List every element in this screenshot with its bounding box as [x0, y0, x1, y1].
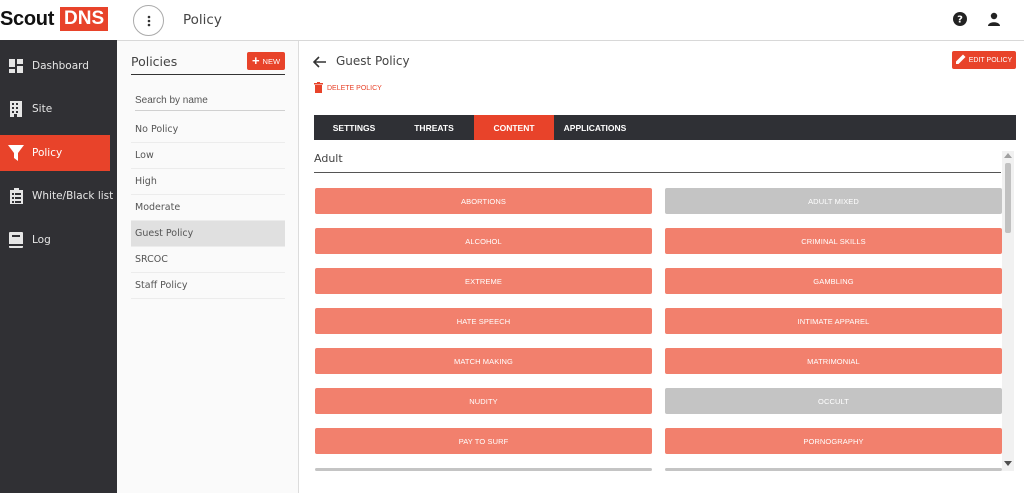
new-policy-button[interactable]: + NEW	[247, 52, 285, 70]
building-icon	[0, 101, 32, 117]
logo[interactable]: Scout DNS	[0, 0, 117, 40]
delete-policy-button[interactable]: DELETE POLICY	[314, 82, 382, 95]
scroll-down-arrow-icon[interactable]	[1004, 461, 1012, 466]
pencil-icon	[955, 54, 966, 66]
delete-policy-label: DELETE POLICY	[327, 85, 382, 92]
policy-item-low[interactable]: Low	[131, 143, 285, 169]
category-grid: ABORTIONS ADULT MIXED ALCOHOL CRIMINAL S…	[314, 181, 1002, 471]
edit-policy-button[interactable]: EDIT POLICY	[952, 51, 1016, 69]
filter-icon	[0, 145, 32, 161]
policy-item-moderate[interactable]: Moderate	[131, 195, 285, 221]
sidebar-item-label: Dashboard	[32, 60, 89, 72]
tab-settings[interactable]: SETTINGS	[314, 115, 394, 140]
user-icon[interactable]	[987, 12, 1001, 26]
category-adult-mixed[interactable]: ADULT MIXED	[665, 188, 1002, 214]
trash-icon	[314, 82, 323, 95]
policy-item-staff-policy[interactable]: Staff Policy	[131, 273, 285, 299]
plus-icon: +	[251, 53, 260, 68]
sidebar-item-policy[interactable]: Policy	[0, 135, 110, 171]
policy-item-srcoc[interactable]: SRCOC	[131, 247, 285, 273]
scroll-thumb[interactable]	[1005, 163, 1011, 233]
tab-threats[interactable]: THREATS	[394, 115, 474, 140]
more-menu-button[interactable]	[133, 5, 164, 36]
sidebar-item-dashboard[interactable]: Dashboard	[0, 48, 117, 84]
search-input[interactable]	[135, 91, 285, 111]
content-scrollbar[interactable]	[1002, 151, 1014, 471]
policy-list: No Policy Low High Moderate Guest Policy…	[131, 117, 285, 299]
category-hate-speech[interactable]: HATE SPEECH	[315, 308, 652, 334]
category-alcohol[interactable]: ALCOHOL	[315, 228, 652, 254]
category-occult[interactable]: OCCULT	[665, 388, 1002, 414]
category-intimate-apparel[interactable]: INTIMATE APPAREL	[665, 308, 1002, 334]
policy-title: Guest Policy	[336, 54, 410, 68]
sidebar-item-label: Policy	[32, 147, 63, 159]
category-extreme[interactable]: EXTREME	[315, 268, 652, 294]
scroll-up-arrow-icon[interactable]	[1004, 153, 1012, 158]
category-next-row[interactable]	[315, 468, 652, 471]
policies-title: Policies	[131, 54, 178, 69]
category-pay-to-surf[interactable]: PAY TO SURF	[315, 428, 652, 454]
sidebar-item-site[interactable]: Site	[0, 91, 117, 127]
sidebar-item-log[interactable]: Log	[0, 222, 117, 258]
category-nudity[interactable]: NUDITY	[315, 388, 652, 414]
new-policy-label: NEW	[262, 56, 281, 66]
category-pornography[interactable]: PORNOGRAPHY	[665, 428, 1002, 454]
logo-scout-text: Scout	[0, 8, 55, 30]
policies-panel: Policies + NEW No Policy Low High Modera…	[117, 41, 299, 493]
page-title: Policy	[183, 12, 222, 28]
top-bar: Policy ?	[117, 0, 1024, 41]
help-circle-icon[interactable]: ?	[953, 12, 967, 26]
clipboard-icon	[0, 188, 32, 204]
sidebar: Scout DNS Dashboard Site Policy White/Bl…	[0, 0, 117, 493]
category-matrimonial[interactable]: MATRIMONIAL	[665, 348, 1002, 374]
category-gambling[interactable]: GAMBLING	[665, 268, 1002, 294]
category-match-making[interactable]: MATCH MAKING	[315, 348, 652, 374]
more-vertical-icon	[147, 15, 150, 26]
divider	[314, 172, 1001, 173]
sidebar-item-label: Site	[32, 103, 53, 115]
sidebar-item-label: White/Black list	[32, 190, 114, 202]
logo-dns-badge: DNS	[60, 7, 109, 31]
sidebar-item-label: Log	[32, 234, 51, 246]
category-abortions[interactable]: ABORTIONS	[315, 188, 652, 214]
sidebar-item-white-black-list[interactable]: White/Black list	[0, 178, 117, 214]
policy-item-guest-policy[interactable]: Guest Policy	[131, 221, 285, 247]
dashboard-icon	[0, 59, 32, 73]
policy-detail: Guest Policy EDIT POLICY DELETE POLICY S…	[300, 41, 1024, 493]
policy-item-high[interactable]: High	[131, 169, 285, 195]
book-icon	[0, 232, 32, 248]
category-criminal-skills[interactable]: CRIMINAL SKILLS	[665, 228, 1002, 254]
arrow-left-icon[interactable]	[312, 55, 327, 68]
divider	[131, 74, 285, 75]
tab-content[interactable]: CONTENT	[474, 115, 554, 140]
tab-bar: SETTINGS THREATS CONTENT APPLICATIONS	[314, 115, 1016, 140]
tab-applications[interactable]: APPLICATIONS	[554, 115, 636, 140]
category-next-row[interactable]	[665, 468, 1002, 471]
svg-text:?: ?	[957, 15, 963, 26]
policy-item-no-policy[interactable]: No Policy	[131, 117, 285, 143]
edit-policy-label: EDIT POLICY	[968, 56, 1013, 64]
section-title: Adult	[314, 152, 343, 165]
